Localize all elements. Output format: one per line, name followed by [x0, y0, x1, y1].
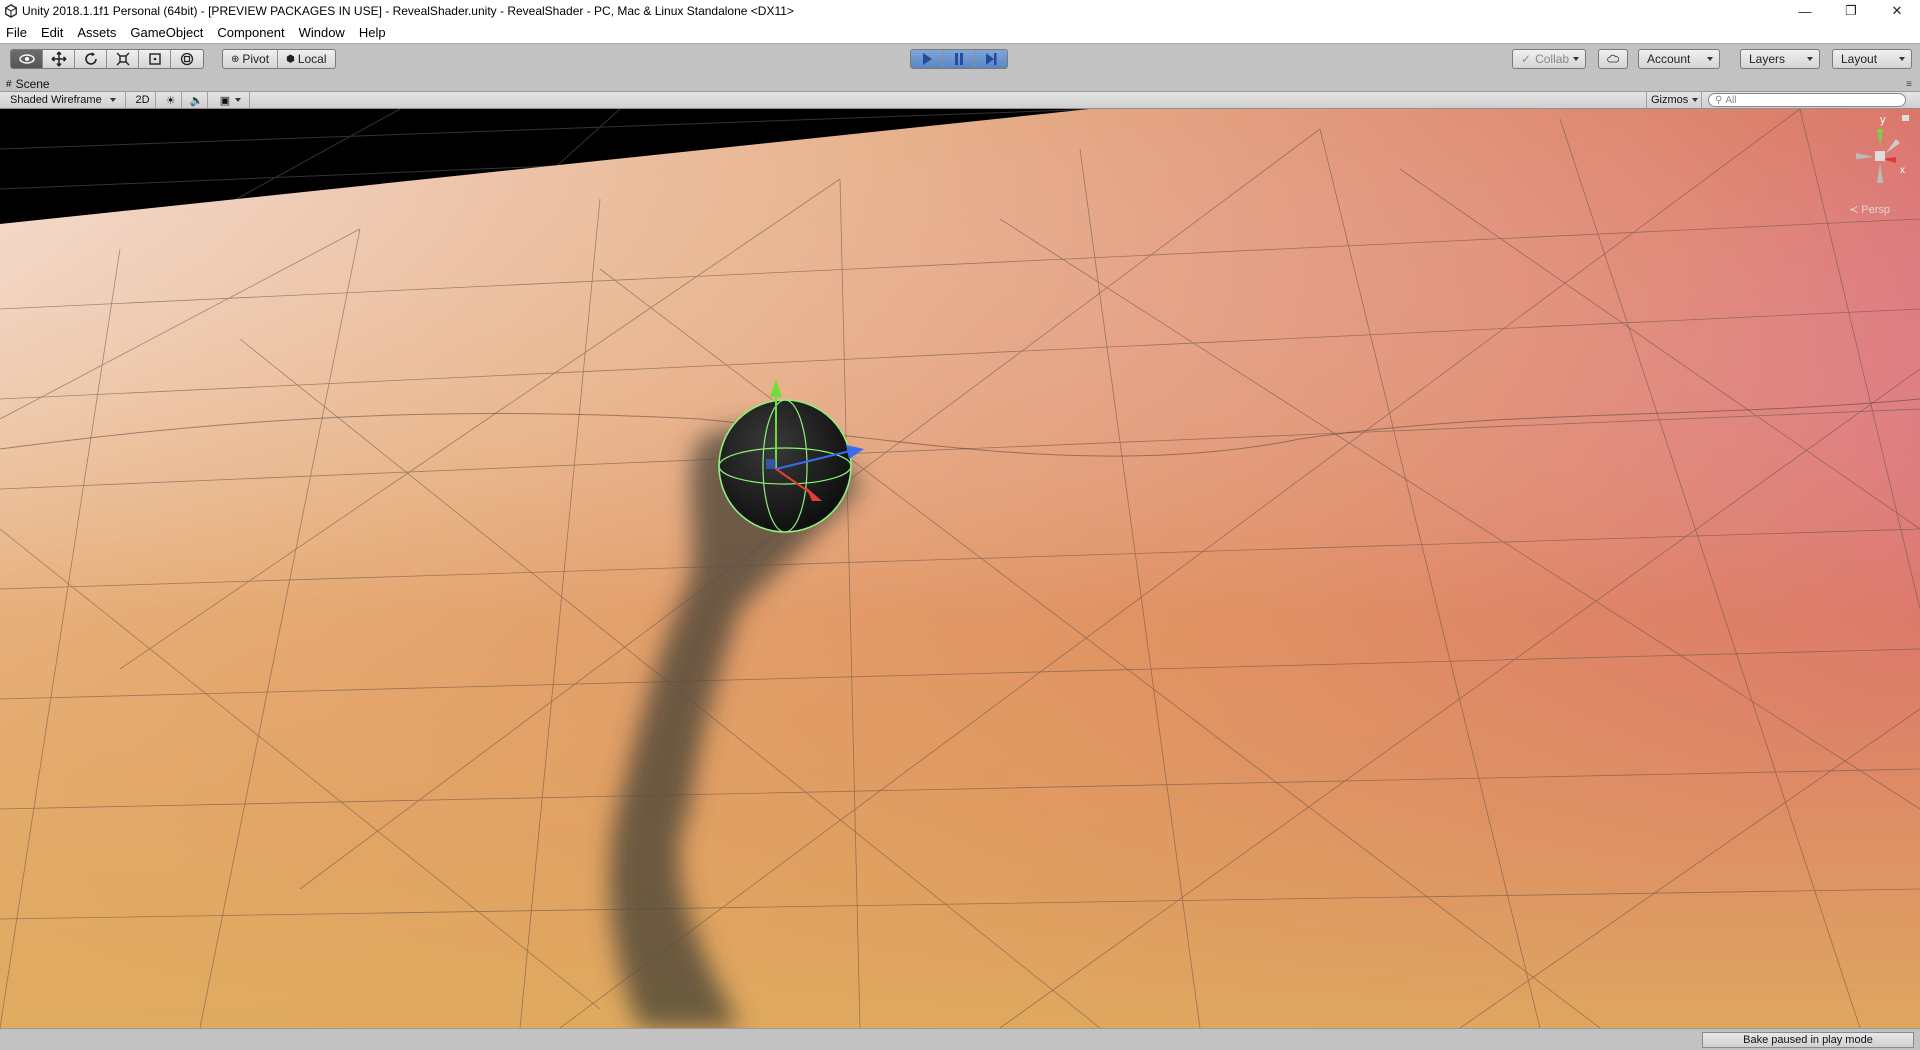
- close-button[interactable]: ✕: [1874, 0, 1920, 22]
- audio-toggle[interactable]: 🔈: [186, 92, 208, 108]
- shading-mode-label: Shaded Wireframe: [10, 94, 102, 106]
- z-cone-icon: [1886, 139, 1900, 153]
- menu-edit[interactable]: Edit: [41, 25, 63, 40]
- lock-icon[interactable]: [1902, 115, 1909, 121]
- lighting-toggle[interactable]: ☀: [160, 92, 182, 108]
- menu-window[interactable]: Window: [299, 25, 345, 40]
- scene-tab-bar: # Scene ≡: [0, 76, 1920, 92]
- chevron-down-icon: [109, 98, 116, 102]
- unity-icon: [5, 4, 17, 18]
- window-title: Unity 2018.1.1f1 Personal (64bit) - [PRE…: [22, 4, 794, 18]
- cloud-icon: [1607, 54, 1619, 63]
- step-button[interactable]: [975, 50, 1007, 68]
- neg-x-cone-icon: [1856, 153, 1874, 159]
- search-placeholder: All: [1725, 94, 1737, 106]
- local-label: Local: [297, 52, 327, 66]
- minimize-button[interactable]: —: [1782, 0, 1828, 22]
- persp-icon: ≺: [1848, 204, 1859, 216]
- scene-toolbar: Shaded Wireframe 2D ☀ 🔈 ▣ Gizmos ⚲ All: [0, 92, 1920, 109]
- image-icon: ▣: [219, 94, 231, 107]
- terrain-warm-overlay: [0, 109, 1920, 1028]
- scene-viewport[interactable]: y x ≺ Persp: [0, 109, 1920, 1028]
- menu-assets[interactable]: Assets: [77, 25, 116, 40]
- status-bar: Bake paused in play mode: [0, 1028, 1920, 1050]
- rotate-icon: [84, 52, 97, 65]
- persp-text: Persp: [1861, 204, 1890, 216]
- axis-y-label: y: [1880, 114, 1886, 126]
- scene-search-input[interactable]: ⚲ All: [1708, 93, 1906, 107]
- layout-dropdown[interactable]: Layout: [1832, 49, 1912, 69]
- cloud-button[interactable]: [1598, 49, 1628, 69]
- transform-icon: [180, 52, 194, 66]
- shading-mode-dropdown[interactable]: Shaded Wireframe: [6, 92, 126, 108]
- scene-tab-label: Scene: [15, 77, 50, 91]
- menu-component[interactable]: Component: [217, 25, 284, 40]
- play-controls: [910, 49, 1008, 69]
- neg-y-cone-icon: [1877, 163, 1883, 183]
- chevron-down-icon: [235, 98, 242, 102]
- menu-help[interactable]: Help: [359, 25, 386, 40]
- title-bar: Unity 2018.1.1f1 Personal (64bit) - [PRE…: [0, 0, 1920, 22]
- sun-icon: ☀: [165, 94, 176, 107]
- toggle-2d-label: 2D: [135, 94, 150, 106]
- pivot-toggle[interactable]: ⊕ Pivot: [223, 50, 279, 68]
- collab-dropdown[interactable]: ✓ Collab: [1512, 49, 1586, 69]
- projection-label[interactable]: ≺ Persp: [1849, 203, 1890, 216]
- account-label: Account: [1647, 52, 1691, 66]
- pause-icon: [954, 53, 963, 65]
- axis-x-label: x: [1900, 165, 1905, 176]
- transform-tool-button[interactable]: [171, 50, 203, 68]
- play-icon: [922, 53, 932, 65]
- layers-dropdown[interactable]: Layers: [1740, 49, 1820, 69]
- move-tool-button[interactable]: [43, 50, 75, 68]
- gizmos-label: Gizmos: [1651, 94, 1689, 106]
- toggle-2d-button[interactable]: 2D: [130, 92, 156, 108]
- main-toolbar: ⊕ Pivot ⬢ Local ✓ Collab Account Layers: [0, 43, 1920, 76]
- chevron-down-icon: [1573, 57, 1579, 61]
- pause-button[interactable]: [943, 50, 975, 68]
- effects-dropdown[interactable]: ▣: [212, 92, 250, 108]
- scale-icon: [116, 52, 129, 66]
- grid-icon: #: [6, 78, 12, 90]
- menu-gameobject[interactable]: GameObject: [130, 25, 203, 40]
- gizmos-dropdown[interactable]: Gizmos: [1646, 92, 1702, 108]
- tab-scene[interactable]: # Scene: [6, 76, 50, 92]
- account-dropdown[interactable]: Account: [1638, 49, 1720, 69]
- scene-render: [0, 109, 1920, 1028]
- menu-file[interactable]: File: [6, 25, 27, 40]
- chevron-down-icon: [1707, 57, 1713, 61]
- chevron-down-icon: [1807, 57, 1813, 61]
- pivot-label: Pivot: [242, 52, 270, 66]
- collab-label: Collab: [1535, 52, 1570, 66]
- layout-label: Layout: [1841, 52, 1878, 66]
- chevron-down-icon: [1692, 98, 1699, 102]
- eye-icon: [18, 54, 35, 64]
- y-cone-icon: [1877, 129, 1883, 147]
- orientation-gizmo[interactable]: y x: [1844, 113, 1914, 213]
- transform-tools: [10, 49, 204, 69]
- rect-tool-button[interactable]: [139, 50, 171, 68]
- scale-tool-button[interactable]: [107, 50, 139, 68]
- status-message: Bake paused in play mode: [1702, 1032, 1914, 1048]
- tab-menu-icon[interactable]: ≡: [1906, 79, 1912, 90]
- gizmo-plane-handle: [766, 459, 776, 469]
- center-cube-icon: [1875, 151, 1885, 161]
- menu-bar: File Edit Assets GameObject Component Wi…: [0, 22, 1920, 43]
- view-tool-button[interactable]: [11, 50, 43, 68]
- check-icon: ✓: [1521, 52, 1532, 66]
- pivot-local-group: ⊕ Pivot ⬢ Local: [222, 49, 336, 69]
- move-arrows-icon: [51, 51, 66, 67]
- layers-label: Layers: [1749, 52, 1786, 66]
- rotate-tool-button[interactable]: [75, 50, 107, 68]
- pivot-icon: ⊕: [231, 53, 240, 65]
- play-button[interactable]: [911, 50, 943, 68]
- local-icon: ⬢: [286, 53, 295, 65]
- rect-icon: [148, 53, 161, 65]
- chevron-down-icon: [1899, 57, 1905, 61]
- speaker-icon: 🔈: [189, 94, 204, 107]
- restore-button[interactable]: ❐: [1828, 0, 1874, 22]
- search-icon: ⚲: [1715, 94, 1723, 106]
- step-icon: [986, 53, 997, 65]
- local-toggle[interactable]: ⬢ Local: [278, 50, 334, 68]
